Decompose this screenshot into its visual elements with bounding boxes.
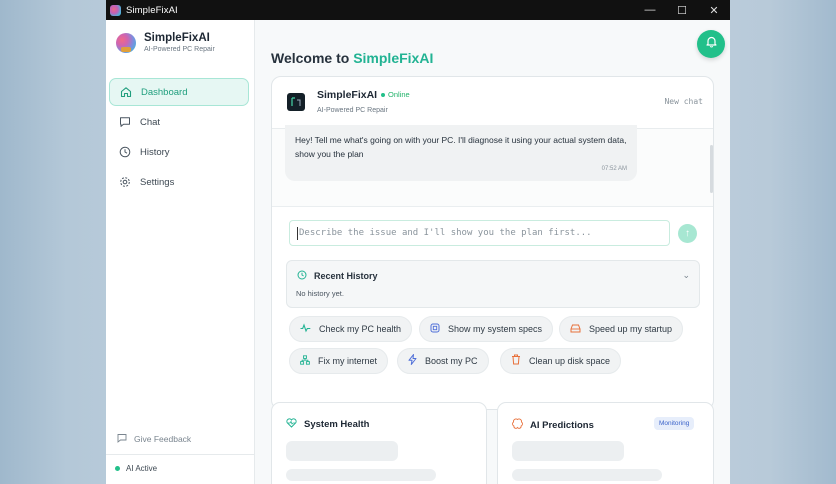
ai-predictions-panel: AI Predictions Monitoring — [497, 402, 714, 484]
chat-bot-name: SimpleFixAI — [317, 89, 378, 101]
chip-label: Show my system specs — [448, 324, 543, 334]
system-health-title: System Health — [286, 418, 369, 431]
loading-skeleton — [286, 469, 436, 481]
chip-label: Fix my internet — [318, 356, 378, 366]
home-icon — [119, 86, 132, 99]
history-title-text: Recent History — [314, 271, 378, 281]
loading-skeleton — [512, 441, 624, 461]
sidebar-item-label: Dashboard — [141, 86, 188, 98]
chat-scrollbar[interactable] — [710, 145, 713, 193]
minimize-button[interactable]: — — [634, 0, 666, 20]
online-badge: Online — [381, 90, 410, 99]
bolt-icon — [408, 354, 417, 368]
system-health-panel: System Health — [271, 402, 487, 484]
give-feedback-link[interactable]: Give Feedback — [117, 433, 191, 445]
new-chat-button[interactable]: New chat — [664, 97, 703, 106]
sidebar: SimpleFixAI AI-Powered PC Repair Dashboa… — [106, 20, 255, 484]
drive-icon — [570, 323, 581, 336]
quick-action-clean-disk[interactable]: Clean up disk space — [500, 348, 622, 374]
text-caret — [297, 226, 298, 240]
sidebar-item-dashboard[interactable]: Dashboard — [109, 78, 249, 106]
app-window: SimpleFixAI — ☐ ✕ SimpleFixAI AI-Powered… — [106, 0, 730, 484]
app-logo-icon — [110, 4, 121, 16]
message-list: Hey! Tell me what's going on with your P… — [272, 125, 713, 207]
online-dot-icon — [381, 92, 385, 97]
chat-card: SimpleFixAI Online AI-Powered PC Repair … — [271, 76, 714, 410]
bot-message: Hey! Tell me what's going on with your P… — [285, 125, 637, 181]
page-title: Welcome to SimpleFixAI — [271, 50, 433, 66]
close-button[interactable]: ✕ — [698, 0, 730, 20]
panel-title-text: AI Predictions — [530, 419, 594, 431]
welcome-brand: SimpleFixAI — [353, 50, 434, 66]
chat-icon — [118, 116, 131, 129]
gear-icon — [118, 176, 131, 189]
brain-logo-icon — [116, 32, 136, 53]
chat-bot-subtitle: AI-Powered PC Repair — [317, 107, 388, 114]
quick-action-boost-pc[interactable]: Boost my PC — [397, 348, 489, 374]
sidebar-item-chat[interactable]: Chat — [109, 108, 249, 136]
brand: SimpleFixAI AI-Powered PC Repair — [116, 32, 215, 53]
heart-monitor-icon — [286, 418, 297, 431]
sidebar-item-settings[interactable]: Settings — [109, 168, 249, 196]
chat-header: SimpleFixAI Online AI-Powered PC Repair … — [272, 77, 713, 129]
sidebar-item-label: History — [140, 146, 170, 158]
maximize-button[interactable]: ☐ — [666, 0, 698, 20]
status-dot-icon — [115, 466, 120, 471]
cpu-icon — [430, 323, 440, 336]
recent-history-title: Recent History — [297, 270, 378, 282]
loading-skeleton — [512, 469, 662, 481]
sidebar-divider — [106, 454, 255, 455]
ai-predictions-title: AI Predictions — [512, 418, 594, 432]
online-label: Online — [388, 90, 410, 99]
quick-action-check-health[interactable]: Check my PC health — [289, 316, 413, 342]
notifications-button[interactable] — [697, 30, 725, 58]
welcome-prefix: Welcome to — [271, 50, 350, 66]
brand-subtitle: AI-Powered PC Repair — [144, 46, 215, 53]
sidebar-nav: Dashboard Chat History Settings — [109, 78, 249, 198]
message-time: 07:52 AM — [601, 166, 627, 172]
ai-status-label: AI Active — [126, 464, 158, 473]
monitoring-badge: Monitoring — [654, 417, 695, 430]
chip-label: Check my PC health — [319, 324, 402, 334]
panel-title-text: System Health — [304, 419, 370, 430]
ai-status: AI Active — [115, 464, 157, 473]
feedback-icon — [117, 433, 127, 445]
arrow-up-icon: ↑ — [685, 228, 690, 239]
brain-icon — [512, 418, 523, 432]
chip-label: Boost my PC — [425, 356, 478, 366]
pulse-icon — [300, 322, 311, 336]
recent-history-panel[interactable]: Recent History No history yet. ⌄ — [286, 260, 700, 308]
send-button[interactable]: ↑ — [678, 224, 697, 243]
chip-label: Clean up disk space — [529, 356, 611, 366]
quick-action-system-specs[interactable]: Show my system specs — [419, 316, 554, 342]
history-empty-text: No history yet. — [296, 289, 344, 298]
message-text: Hey! Tell me what's going on with your P… — [295, 135, 627, 159]
quick-action-fix-internet[interactable]: Fix my internet — [289, 348, 389, 374]
clock-icon — [118, 146, 131, 159]
input-placeholder: Describe the issue and I'll show you the… — [299, 228, 592, 238]
sidebar-item-label: Chat — [140, 116, 161, 128]
chat-input[interactable]: Describe the issue and I'll show you the… — [289, 220, 670, 246]
brand-name: SimpleFixAI — [144, 32, 210, 44]
bot-avatar — [287, 93, 305, 111]
network-icon — [300, 354, 310, 368]
history-icon — [297, 270, 307, 282]
sidebar-item-label: Settings — [140, 176, 175, 188]
title-bar: SimpleFixAI — ☐ ✕ — [106, 0, 730, 20]
main-content: Welcome to SimpleFixAI SimpleFixAI Onlin… — [256, 20, 730, 484]
quick-action-speed-startup[interactable]: Speed up my startup — [559, 316, 684, 342]
chip-label: Speed up my startup — [589, 324, 673, 334]
feedback-label: Give Feedback — [134, 434, 192, 444]
trash-icon — [511, 354, 521, 368]
window-title: SimpleFixAI — [126, 4, 178, 16]
bell-icon — [705, 35, 718, 53]
sidebar-item-history[interactable]: History — [109, 138, 249, 166]
loading-skeleton — [286, 441, 398, 461]
chevron-down-icon[interactable]: ⌄ — [682, 270, 690, 281]
